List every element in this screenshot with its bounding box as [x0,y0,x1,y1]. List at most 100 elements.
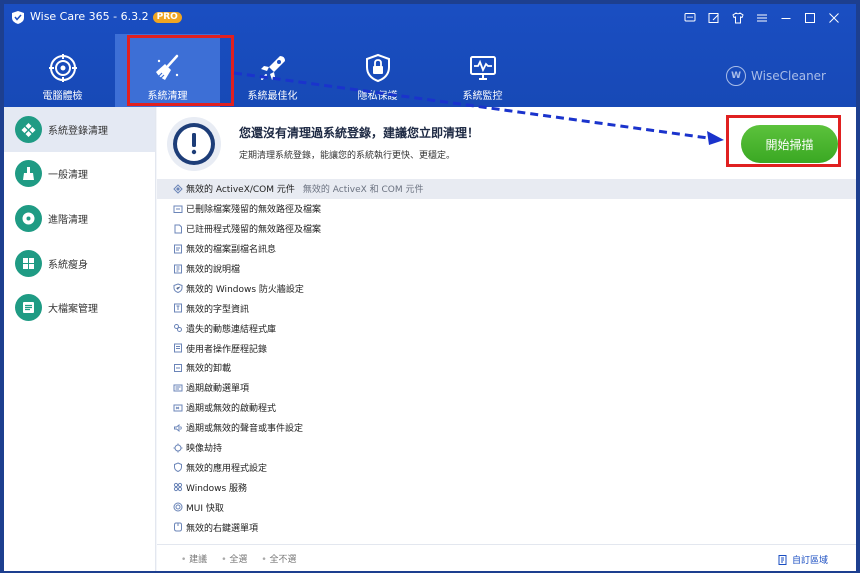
sidebar-item-label: 系統瘦身 [48,259,88,271]
mui-cache-icon [173,502,183,512]
monitor-icon [470,56,496,80]
startup-menu-icon [173,383,183,393]
list-item-label: 已註冊程式殘留的無效路徑及檔案 [186,225,322,236]
list-footer: 建議 全選 全不選 自訂區域 [157,544,856,571]
select-all-link[interactable]: 全選 [221,552,247,565]
minimize-icon[interactable] [774,10,798,26]
list-item-label: 無效的右鍵選單項 [186,523,259,534]
shirt-icon[interactable] [726,10,750,26]
sidebar-item-registry-cleaner[interactable]: 系統登錄清理 [4,107,155,152]
file-icon [173,224,183,234]
nav-system-cleaner[interactable]: 系統清理 [115,34,220,107]
list-item-label: 映像劫持 [186,444,223,455]
app-title-text: Wise Care 365 - 6.3.2 [30,10,149,23]
list-item-label: 無效的 ActiveX/COM 元件 [186,185,295,196]
sidebar-item-system-slimming[interactable]: 系統瘦身 [4,241,155,286]
maximize-icon[interactable] [798,10,822,26]
firewall-icon [173,283,183,294]
list-item-label: 使用者操作歷程記錄 [186,344,268,355]
sidebar-item-label: 進階清理 [48,214,88,226]
pro-badge: PRO [152,12,182,23]
uninstall-icon [173,363,183,373]
list-item-label: 無效的 Windows 防火牆設定 [186,284,304,295]
sidebar-item-large-file-manager[interactable]: 大檔案管理 [4,285,155,330]
list-item[interactable]: 使用者操作歷程記錄 [157,338,856,358]
custom-area-link[interactable]: 自訂區域 [778,553,828,566]
custom-area-icon [778,554,787,565]
list-item-label: MUI 快取 [186,503,224,514]
header: Wise Care 365 - 6.3.2 PRO 電腦體檢 系統清理 系統最佳… [4,4,856,107]
windows-icon [15,249,42,277]
list-item-label: 無效的卸載 [186,364,232,375]
list-item-label: 過期啟動選單項 [186,384,250,395]
app-window: Wise Care 365 - 6.3.2 PRO 電腦體檢 系統清理 系統最佳… [4,4,856,571]
app-title: Wise Care 365 - 6.3.2 PRO [30,9,182,25]
startup-program-icon [173,403,183,413]
list-item[interactable]: 無效的 ActiveX/COM 元件 無效的 ActiveX 和 COM 元件 [157,179,856,199]
banner-title: 您還沒有清理過系統登錄，建議您立即清理！ [239,126,480,140]
nav-system-monitor[interactable]: 系統監控 [430,34,535,107]
list-item-label: 無效的檔案副檔名訊息 [186,245,277,256]
titlebar: Wise Care 365 - 6.3.2 PRO [4,4,856,32]
list-item[interactable]: MUI 快取 [157,497,856,517]
list-item[interactable]: 無效的右鍵選單項 [157,517,856,537]
main-nav: 電腦體檢 系統清理 系統最佳化 隱私保護 系統監控 [10,34,535,107]
select-none-link[interactable]: 全不選 [261,552,297,565]
list-item-label: Windows 服務 [186,483,248,494]
list-item[interactable]: 無效的 Windows 防火牆設定 [157,278,856,298]
nav-pc-checkup[interactable]: 電腦體檢 [10,34,115,107]
nav-label: 隱私保護 [357,91,398,102]
list-item-label: 無效的字型資訊 [186,304,250,315]
list-item[interactable]: 過期或無效的啟動程式 [157,398,856,418]
list-item[interactable]: 無效的說明檔 [157,259,856,279]
sidebar-item-label: 大檔案管理 [48,304,98,316]
list-item[interactable]: 遺失的動態連結程式庫 [157,318,856,338]
sidebar-item-common-cleaner[interactable]: 一般清理 [4,152,155,197]
edit-icon[interactable] [702,10,726,26]
sound-icon [173,423,183,433]
chat-icon[interactable] [678,10,702,26]
scan-banner: 您還沒有清理過系統登錄，建議您立即清理！ 定期清理系統登錄，能讓您的系統執行更快… [157,107,856,179]
registry-icon [15,115,42,143]
list-item[interactable]: 已註冊程式殘留的無效路徑及檔案 [157,219,856,239]
activex-icon [173,184,183,194]
nav-privacy-protector[interactable]: 隱私保護 [325,34,430,107]
services-icon [173,482,183,492]
list-item-label: 無效的說明檔 [186,265,241,275]
sidebar-item-label: 系統登錄清理 [48,125,108,137]
list-item[interactable]: 已刪除檔案殘留的無效路徑及檔案 [157,199,856,219]
menu-icon[interactable] [750,10,774,26]
list-item[interactable]: 過期或無效的聲音或事件設定 [157,418,856,438]
sidebar-item-advanced-cleaner[interactable]: 進階清理 [4,196,155,241]
select-recommended-link[interactable]: 建議 [181,552,207,565]
help-file-icon [173,264,183,274]
mouse-icon [173,522,183,532]
nav-label: 系統清理 [147,91,188,102]
list-item[interactable]: 無效的字型資訊 [157,298,856,318]
rocket-icon [261,56,285,80]
close-icon[interactable] [822,10,846,26]
start-scan-button[interactable]: 開始掃描 [741,125,838,163]
app-settings-icon [173,462,183,473]
list-item-description: 無效的 ActiveX 和 COM 元件 [302,185,424,196]
list-item[interactable]: 無效的檔案副檔名訊息 [157,239,856,259]
nav-label: 電腦體檢 [42,91,83,102]
list-item[interactable]: 過期啟動選單項 [157,378,856,398]
wisecleaner-logo: W WiseCleaner [726,66,826,86]
image-hijack-icon [173,443,183,453]
list-item-label: 遺失的動態連結程式庫 [186,324,277,335]
broom-icon [156,54,179,80]
app-logo-icon [12,11,24,24]
nav-system-tuneup[interactable]: 系統最佳化 [220,34,325,107]
list-item[interactable]: Windows 服務 [157,477,856,497]
list-item[interactable]: 無效的卸載 [157,358,856,378]
list-item-label: 無效的應用程式設定 [186,463,268,474]
list-item-label: 過期或無效的啟動程式 [186,404,277,415]
file-icon [15,294,42,322]
extension-icon [173,244,183,254]
list-item[interactable]: 映像劫持 [157,438,856,458]
wisecleaner-mark: W [726,66,747,86]
dll-icon [173,323,183,333]
custom-area-label: 自訂區域 [791,556,828,566]
list-item[interactable]: 無效的應用程式設定 [157,457,856,477]
